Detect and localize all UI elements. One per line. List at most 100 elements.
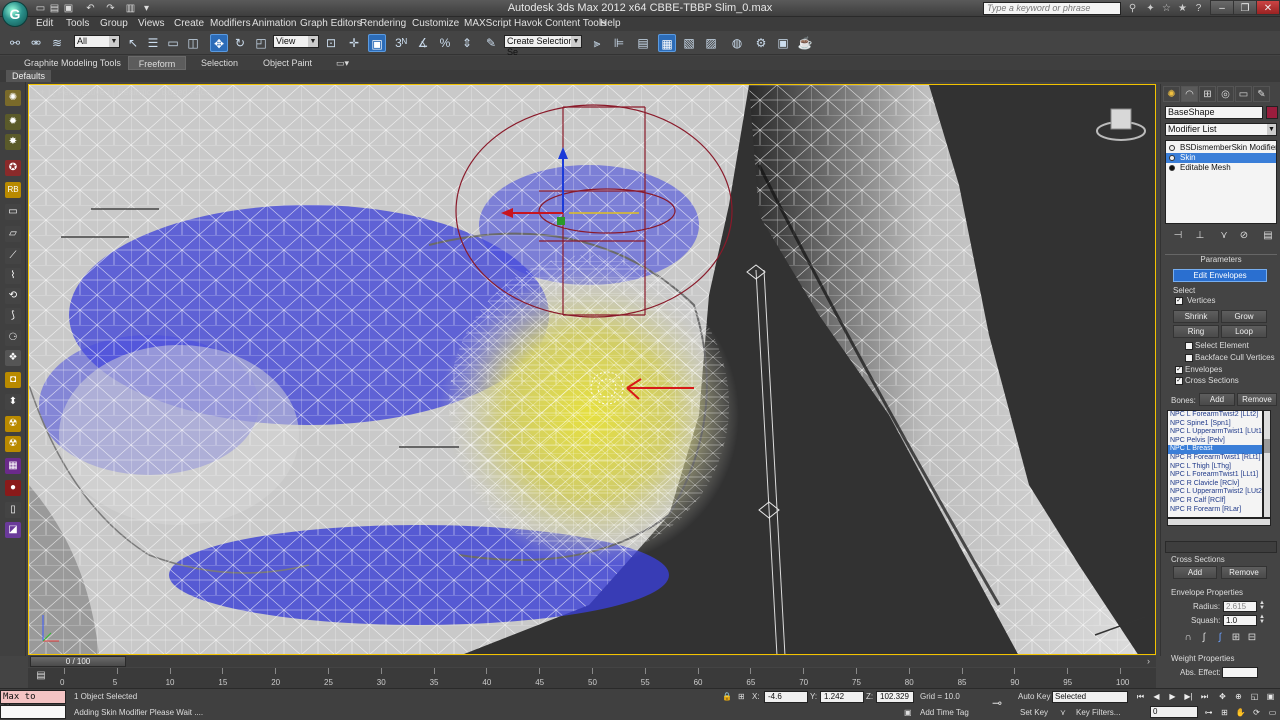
maximize-toggle-icon[interactable]: ▭ [1266, 707, 1279, 719]
backface-cull-checkbox[interactable] [1185, 354, 1193, 362]
modifier-list-dropdown[interactable]: Modifier List ▼ [1165, 123, 1277, 136]
remove-bone-button[interactable]: Remove [1237, 393, 1277, 406]
select-and-manipulate-icon[interactable]: ✛ [345, 34, 363, 52]
create-animation-icon[interactable]: ☢ [5, 436, 21, 452]
percent-snap-icon[interactable]: % [436, 34, 454, 52]
list-item[interactable]: NPC L UpperarmTwist2 [LUt2] [1168, 488, 1262, 497]
preview-animation-icon[interactable]: ☢ [5, 416, 21, 432]
ribbon-options-icon[interactable]: ▭▾ [330, 56, 355, 70]
create-tab-icon[interactable]: ✺ [1163, 86, 1180, 102]
quick-access-dropdown-icon[interactable]: ▾ [140, 2, 153, 15]
spinner-arrows-icon[interactable]: ▲ ▼ [1258, 614, 1266, 626]
menu-customize[interactable]: Customize [412, 17, 459, 31]
list-item[interactable]: NPC R Calf [RClf] [1168, 497, 1262, 506]
workspace-defaults-label[interactable]: Defaults [6, 70, 52, 82]
x-coord-field[interactable]: -4.6 [764, 691, 808, 703]
copy-envelope-icon[interactable]: ⊞ [1229, 631, 1243, 645]
snaps-toggle-icon[interactable]: 3ᴺ [392, 34, 410, 52]
time-slider-thumb[interactable]: 0 / 100 [30, 656, 126, 667]
stack-item-bsdismemberskin[interactable]: BSDismemberSkin Modifier [1166, 143, 1276, 153]
radius-spinner[interactable]: 2.615 ▲ ▼ [1223, 600, 1265, 612]
envelope-falloff-icon[interactable]: ∫ [1197, 631, 1211, 645]
analyze-world-icon[interactable]: ▦ [5, 458, 21, 474]
list-item[interactable]: NPC L UpperarmTwist1 [LUt1] [1168, 428, 1262, 437]
bind-to-space-warp-icon[interactable]: ≋ [48, 34, 66, 52]
perspective-viewport[interactable]: [ + ] [ Perspective ] [ Realistic + Edge… [28, 84, 1156, 655]
track-bar[interactable]: 0 5 10 15 20 25 30 35 40 45 50 55 60 65 70 75 80 85 90 95 10… [28, 668, 1156, 688]
time-configuration-icon[interactable]: ⊞ [1218, 707, 1231, 719]
motor-icon[interactable]: ⟲ [5, 288, 21, 304]
key-mode-toggle-icon[interactable]: ⊶ [1202, 707, 1215, 719]
add-bone-button[interactable]: Add [1199, 393, 1235, 406]
mirror-icon[interactable]: ⫸ [588, 34, 606, 52]
menu-animation[interactable]: Animation [252, 17, 296, 31]
go-to-start-icon[interactable]: ⏮ [1134, 691, 1147, 703]
favorites-icon[interactable]: ★ [1176, 2, 1189, 15]
select-and-rotate-icon[interactable]: ↻ [231, 34, 249, 52]
vertices-checkbox[interactable]: ✓ [1175, 297, 1183, 305]
envelopes-checkbox[interactable]: ✓ [1175, 366, 1183, 374]
spinner-arrows-icon[interactable]: ▲ ▼ [1258, 600, 1266, 612]
bones-list-horizontal-scrollbar[interactable] [1167, 518, 1271, 526]
y-coord-field[interactable]: 1.242 [820, 691, 864, 703]
parameters-rollout-title[interactable]: Parameters [1165, 254, 1277, 264]
absolute-mode-icon[interactable]: ⊞ [738, 691, 745, 703]
orbit-icon[interactable]: ⟳ [1250, 707, 1263, 719]
list-item[interactable]: NPC Spine1 [Spn1] [1168, 420, 1262, 429]
new-file-icon[interactable]: ▭ [34, 2, 47, 15]
zoom-extents-icon[interactable]: ✥ [1216, 691, 1229, 703]
go-to-end-icon[interactable]: ⏭ [1198, 691, 1211, 703]
object-name-field[interactable]: BaseShape [1165, 106, 1263, 119]
selection-filter-dropdown[interactable]: All ▼ [74, 35, 120, 48]
menu-havok-content-tools[interactable]: Havok Content Tools [514, 17, 606, 31]
select-object-icon[interactable]: ↖ [124, 34, 142, 52]
export-icon[interactable]: ● [5, 480, 21, 496]
modify-tab-icon[interactable]: ◠ [1181, 86, 1198, 102]
previous-frame-icon[interactable]: ◀ [1150, 691, 1163, 703]
squash-spinner[interactable]: 1.0 ▲ ▼ [1223, 614, 1265, 626]
mini-curve-editor-icon[interactable]: ▤ [34, 670, 48, 684]
menu-modifiers[interactable]: Modifiers [210, 17, 251, 31]
list-item[interactable]: NPC R Forearm [RLar] [1168, 506, 1262, 515]
soft-body-icon[interactable]: ▱ [5, 226, 21, 242]
key-icon[interactable]: ⊸ [992, 697, 1002, 709]
hierarchy-tab-icon[interactable]: ⊞ [1199, 86, 1216, 102]
material-editor-icon[interactable]: ◍ [728, 34, 746, 52]
unlink-icon[interactable]: ⚮ [27, 34, 45, 52]
menu-help[interactable]: Help [600, 17, 621, 31]
auto-key-button[interactable]: Auto Key [1018, 691, 1050, 703]
populate-icon[interactable]: ✺ [5, 90, 21, 106]
stack-item-skin[interactable]: Skin [1166, 153, 1276, 163]
tab-freeform[interactable]: Freeform [128, 56, 186, 70]
viewport-label[interactable]: [ + ] [ Perspective ] [ Realistic + Edge… [35, 87, 220, 97]
motion-tab-icon[interactable]: ◎ [1217, 86, 1234, 102]
configure-modifier-sets-icon[interactable]: ▤ [1261, 229, 1275, 243]
close-button[interactable]: ✕ [1256, 0, 1280, 15]
display-tab-icon[interactable]: ▭ [1235, 86, 1252, 102]
select-by-name-icon[interactable]: ☰ [144, 34, 162, 52]
tab-object-paint[interactable]: Object Paint [257, 56, 318, 70]
key-filter-icon[interactable]: ⋎ [1060, 707, 1066, 719]
list-item[interactable]: NPC L ForearmTwist1 [LLt1] [1168, 471, 1262, 480]
maxscript-output-field[interactable] [0, 705, 66, 719]
show-end-result-icon[interactable]: ⊥ [1193, 229, 1207, 243]
spinner-snap-icon[interactable]: ⇕ [458, 34, 476, 52]
maximize-viewport-icon[interactable]: ▣ [1264, 691, 1277, 703]
utilities-icon[interactable]: ▯ [5, 502, 21, 518]
rectangular-selection-icon[interactable]: ▭ [164, 34, 182, 52]
water-icon[interactable]: ◘ [5, 372, 21, 388]
menu-create[interactable]: Create [174, 17, 204, 31]
list-item[interactable]: NPC R Clavicle [RClv] [1168, 480, 1262, 489]
current-frame-field[interactable]: 0 [1150, 706, 1198, 718]
envelope-falloff-icon[interactable]: ∩ [1181, 631, 1195, 645]
plane-icon[interactable]: ⟋ [5, 248, 21, 264]
app-logo-icon[interactable]: G [2, 1, 28, 27]
menu-graph-editors[interactable]: Graph Editors [300, 17, 362, 31]
wind-icon[interactable]: ⟆ [5, 308, 21, 324]
edit-envelopes-button[interactable]: Edit Envelopes [1173, 269, 1267, 282]
cross-sections-checkbox[interactable]: ✓ [1175, 377, 1183, 385]
open-file-icon[interactable]: ▤ [48, 2, 61, 15]
key-mode-dropdown[interactable]: Selected [1052, 691, 1128, 703]
redo-icon[interactable]: ↷ [104, 2, 117, 15]
list-item[interactable]: NPC L ForearmTwist2 [LLt2] [1168, 411, 1262, 420]
